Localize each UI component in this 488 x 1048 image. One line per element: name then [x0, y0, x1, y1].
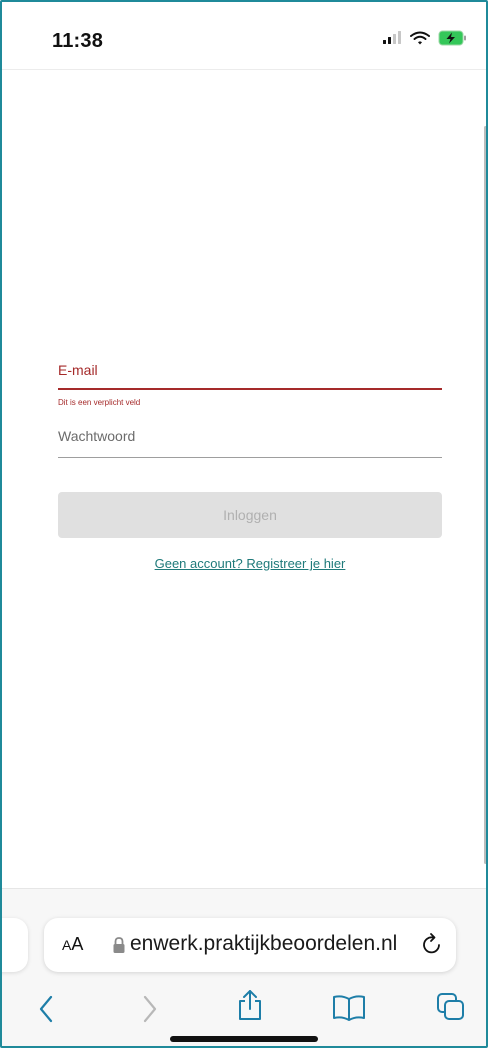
screen-frame — [0, 0, 488, 1048]
